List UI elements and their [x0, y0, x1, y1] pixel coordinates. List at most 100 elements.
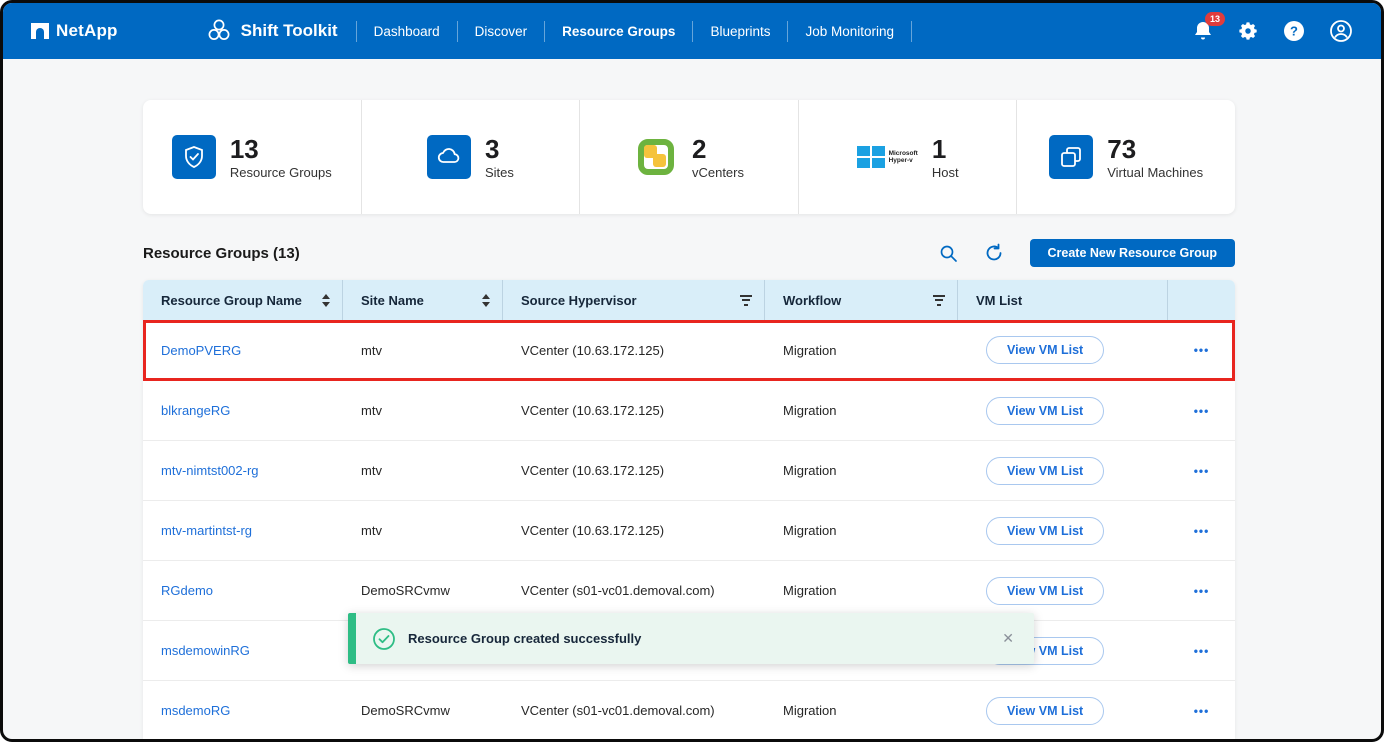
- row-actions-menu-button[interactable]: •••: [1194, 644, 1210, 658]
- resource-group-link[interactable]: mtv-nimtst002-rg: [161, 463, 259, 478]
- workflow-cell: Migration: [765, 403, 958, 418]
- refresh-button[interactable]: [984, 243, 1004, 263]
- nav-item-discover[interactable]: Discover: [457, 21, 545, 42]
- brand-name: NetApp: [56, 21, 118, 41]
- row-actions-menu-button[interactable]: •••: [1194, 343, 1210, 357]
- column-header-source-hypervisor[interactable]: Source Hypervisor: [503, 280, 765, 320]
- resource-group-link[interactable]: blkrangeRG: [161, 403, 230, 418]
- site-name-cell: mtv: [343, 403, 503, 418]
- stat-label: Resource Groups: [230, 165, 332, 180]
- stat-value: 2: [692, 135, 744, 163]
- page-title: Resource Groups (13): [143, 245, 300, 262]
- app-title: Shift Toolkit: [241, 21, 338, 41]
- sort-icon[interactable]: [482, 294, 490, 307]
- workflow-cell: Migration: [765, 583, 958, 598]
- stat-resource-groups: 13 Resource Groups: [143, 100, 361, 214]
- notification-badge: 13: [1205, 12, 1225, 26]
- stat-host: Microsoft Hyper-v 1 Host: [798, 100, 1017, 214]
- top-nav: DashboardDiscoverResource GroupsBlueprin…: [356, 19, 912, 43]
- table-row: RGdemo DemoSRCvmw VCenter (s01-vc01.demo…: [143, 560, 1235, 620]
- stat-virtual-machines: 73 Virtual Machines: [1016, 100, 1235, 214]
- top-navigation-bar: NetApp Shift Toolkit DashboardDiscoverRe…: [3, 3, 1381, 59]
- virtual-machine-icon: [1049, 135, 1093, 179]
- hyperv-caption-line1: Microsoft: [889, 150, 918, 157]
- resource-group-link[interactable]: RGdemo: [161, 583, 213, 598]
- nav-item-blueprints[interactable]: Blueprints: [692, 21, 787, 42]
- row-actions-menu-button[interactable]: •••: [1194, 524, 1210, 538]
- user-avatar-icon: [1329, 19, 1353, 43]
- settings-button[interactable]: [1237, 20, 1259, 42]
- filter-icon[interactable]: [740, 295, 752, 306]
- column-header-resource-group-name[interactable]: Resource Group Name: [143, 280, 343, 320]
- source-hypervisor-cell: VCenter (s01-vc01.demoval.com): [503, 583, 765, 598]
- column-header-vm-list: VM List: [958, 280, 1168, 320]
- resource-group-link[interactable]: msdemoRG: [161, 703, 230, 718]
- nav-item-job-monitoring[interactable]: Job Monitoring: [787, 21, 912, 42]
- success-toast: Resource Group created successfully ✕: [348, 613, 1034, 664]
- view-vm-list-button[interactable]: View VM List: [986, 457, 1104, 485]
- netapp-logo: NetApp: [31, 21, 118, 41]
- resource-groups-table: Resource Group Name Site Name Source Hyp…: [143, 280, 1235, 740]
- account-button[interactable]: [1329, 19, 1353, 43]
- notifications-button[interactable]: 13: [1193, 20, 1213, 42]
- resource-group-link[interactable]: msdemowinRG: [161, 643, 250, 658]
- search-button[interactable]: [939, 244, 958, 263]
- stat-label: Sites: [485, 165, 514, 180]
- table-row: mtv-nimtst002-rg mtv VCenter (10.63.172.…: [143, 440, 1235, 500]
- table-header-row: Resource Group Name Site Name Source Hyp…: [143, 280, 1235, 320]
- row-actions-menu-button[interactable]: •••: [1194, 584, 1210, 598]
- stat-sites: 3 Sites: [361, 100, 580, 214]
- hyperv-logo-icon: Microsoft Hyper-v: [857, 146, 918, 168]
- view-vm-list-button[interactable]: View VM List: [986, 397, 1104, 425]
- svg-text:?: ?: [1290, 24, 1298, 39]
- stat-vcenters: 2 vCenters: [579, 100, 798, 214]
- source-hypervisor-cell: VCenter (10.63.172.125): [503, 463, 765, 478]
- nav-item-resource-groups[interactable]: Resource Groups: [544, 21, 692, 42]
- row-actions-menu-button[interactable]: •••: [1194, 704, 1210, 718]
- create-new-resource-group-button[interactable]: Create New Resource Group: [1030, 239, 1236, 267]
- view-vm-list-button[interactable]: View VM List: [986, 517, 1104, 545]
- workflow-cell: Migration: [765, 463, 958, 478]
- table-row: blkrangeRG mtv VCenter (10.63.172.125) M…: [143, 380, 1235, 440]
- row-actions-menu-button[interactable]: •••: [1194, 464, 1210, 478]
- site-name-cell: DemoSRCvmw: [343, 703, 503, 718]
- stat-label: Host: [932, 165, 959, 180]
- view-vm-list-button[interactable]: View VM List: [986, 336, 1104, 364]
- help-button[interactable]: ?: [1283, 20, 1305, 42]
- row-actions-menu-button[interactable]: •••: [1194, 404, 1210, 418]
- table-body: DemoPVERG mtv VCenter (10.63.172.125) Mi…: [143, 320, 1235, 740]
- stat-value: 73: [1107, 135, 1203, 163]
- column-header-actions: [1168, 280, 1235, 320]
- stat-value: 13: [230, 135, 332, 163]
- filter-icon[interactable]: [933, 295, 945, 306]
- search-icon: [939, 244, 958, 263]
- netapp-mark-icon: [31, 22, 49, 40]
- resource-group-link[interactable]: DemoPVERG: [161, 343, 241, 358]
- summary-stats-card: 13 Resource Groups 3 Sites: [143, 100, 1235, 214]
- site-name-cell: mtv: [343, 343, 503, 358]
- site-name-cell: mtv: [343, 523, 503, 538]
- help-icon: ?: [1283, 20, 1305, 42]
- view-vm-list-button[interactable]: View VM List: [986, 697, 1104, 725]
- site-name-cell: DemoSRCvmw: [343, 583, 503, 598]
- stat-label: Virtual Machines: [1107, 165, 1203, 180]
- resource-group-link[interactable]: mtv-martintst-rg: [161, 523, 252, 538]
- table-row: mtv-martintst-rg mtv VCenter (10.63.172.…: [143, 500, 1235, 560]
- source-hypervisor-cell: VCenter (10.63.172.125): [503, 343, 765, 358]
- workflow-cell: Migration: [765, 343, 958, 358]
- stat-value: 3: [485, 135, 514, 163]
- view-vm-list-button[interactable]: View VM List: [986, 577, 1104, 605]
- shield-check-icon: [172, 135, 216, 179]
- toast-close-button[interactable]: ✕: [1002, 630, 1014, 647]
- success-check-icon: [372, 627, 396, 651]
- vsphere-icon: [634, 135, 678, 179]
- nav-item-dashboard[interactable]: Dashboard: [356, 21, 457, 42]
- shift-toolkit-icon: [206, 18, 232, 44]
- table-row: msdemoRG DemoSRCvmw VCenter (s01-vc01.de…: [143, 680, 1235, 740]
- workflow-cell: Migration: [765, 523, 958, 538]
- column-header-site-name[interactable]: Site Name: [343, 280, 503, 320]
- column-header-workflow[interactable]: Workflow: [765, 280, 958, 320]
- workflow-cell: Migration: [765, 703, 958, 718]
- source-hypervisor-cell: VCenter (10.63.172.125): [503, 403, 765, 418]
- sort-icon[interactable]: [322, 294, 330, 307]
